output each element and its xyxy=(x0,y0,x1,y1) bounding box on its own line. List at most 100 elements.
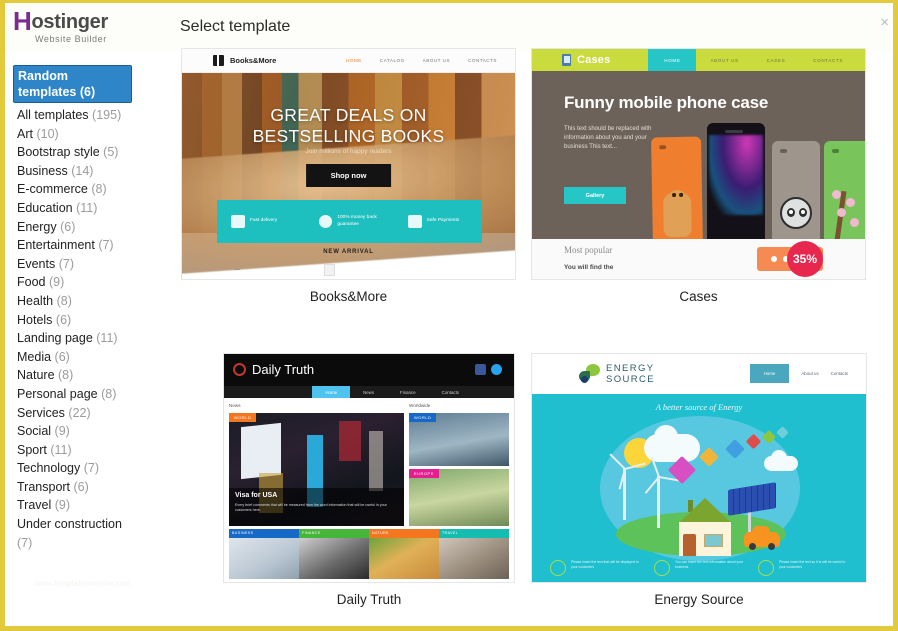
feature-text: Please insert the text that will be disp… xyxy=(571,560,639,569)
sidebar-item-health[interactable]: Health (8) xyxy=(13,292,170,311)
preview-navbar: Cases HOME ABOUT US CASES CONTACTS xyxy=(532,49,865,71)
template-preview-daily-truth[interactable]: Daily Truth Home News Finance Contacts N… xyxy=(223,353,515,583)
preview-navbar: Home News Finance Contacts xyxy=(224,386,514,398)
sidebar-item-transport[interactable]: Transport (6) xyxy=(13,478,170,497)
article-category-badge: WORLD xyxy=(229,413,257,422)
preview-brand: Books&More xyxy=(230,56,277,65)
sidebar-item-education[interactable]: Education (11) xyxy=(13,199,170,218)
sidebar-item-social[interactable]: Social (9) xyxy=(13,422,170,441)
turbine-pole xyxy=(657,476,660,528)
sidebar-item-hotels[interactable]: Hotels (6) xyxy=(13,311,170,330)
sidebar-item-landing-page[interactable]: Landing page (11) xyxy=(13,329,170,348)
sidebar-item-label: Hotels xyxy=(17,312,53,327)
sidebar-item-media[interactable]: Media (6) xyxy=(13,348,170,367)
sakura-illustration xyxy=(828,171,865,239)
nav-item-cases: CASES xyxy=(766,57,786,63)
wheel xyxy=(768,543,775,550)
sidebar-item-label: Entertainment xyxy=(17,238,95,253)
template-card-daily-truth[interactable]: Daily Truth Home News Finance Contacts N… xyxy=(223,353,515,607)
template-caption: Energy Source xyxy=(654,592,744,607)
template-preview-cases[interactable]: Cases HOME ABOUT US CASES CONTACTS Funny… xyxy=(531,48,866,280)
nav-item-contacts: Contacts xyxy=(830,371,848,376)
sidebar-item-count: (6) xyxy=(60,219,76,234)
eye-shine xyxy=(789,210,793,214)
sidebar-item-all-templates[interactable]: All templates (195) xyxy=(13,106,170,125)
template-preview-energy-source[interactable]: ENERGY SOURCE Home About us Contacts A b… xyxy=(531,353,867,583)
sidebar-item-count: (11) xyxy=(50,442,72,457)
template-card-cases[interactable]: Cases HOME ABOUT US CASES CONTACTS Funny… xyxy=(531,48,866,304)
preview-navbar: ENERGY SOURCE Home About us Contacts xyxy=(532,354,866,394)
category-tiles: BUSINESS FINANCE NATURE TRAVEL xyxy=(229,529,509,579)
sidebar-item-technology[interactable]: Technology (7) xyxy=(13,459,170,478)
sidebar-item-energy[interactable]: Energy (6) xyxy=(13,218,170,237)
close-icon[interactable]: × xyxy=(880,15,889,30)
sidebar-item-entertainment[interactable]: Entertainment (7) xyxy=(13,236,170,255)
brand-line1: ENERGY xyxy=(606,363,655,374)
sidebar-item-count: (22) xyxy=(68,405,91,420)
preview-body: News Worldwide WORLD Visa for USA Every … xyxy=(224,398,514,582)
nav-item-about-us: ABOUT US xyxy=(422,58,451,63)
template-caption: Daily Truth xyxy=(336,592,402,607)
preview-feature-bar: Fast delivery 100% money back guarantee … xyxy=(217,200,482,243)
template-card-books-and-more[interactable]: Books&More HOME CATALOG ABOUT US CONTACT… xyxy=(181,48,516,304)
billboard xyxy=(339,421,361,461)
sidebar-item-label: Social xyxy=(17,424,52,439)
template-grid: Books&More HOME CATALOG ABOUT US CONTACT… xyxy=(170,43,893,626)
nav-item-contacts: Contacts xyxy=(441,389,459,395)
page-title: Select template xyxy=(180,18,291,35)
feature-icon xyxy=(758,560,774,576)
sidebar-item-food[interactable]: Food (9) xyxy=(13,273,170,292)
sidebar-item-travel[interactable]: Travel (9) xyxy=(13,496,170,515)
hostinger-logo: Hostinger Website Builder xyxy=(5,8,170,44)
eye-left xyxy=(787,208,795,217)
sidebar-item-art[interactable]: Art (10) xyxy=(13,125,170,144)
nav-item-home: HOME xyxy=(346,58,362,63)
sidebar-item-count: (6) xyxy=(55,312,72,327)
billboard xyxy=(369,431,383,491)
template-preview-books-and-more[interactable]: Books&More HOME CATALOG ABOUT US CONTACT… xyxy=(181,48,516,280)
tile-nature: NATURE xyxy=(369,529,439,579)
nav-item-contacts: CONTACTS xyxy=(813,57,843,63)
kite-icon xyxy=(776,426,789,439)
sidebar-item-under-construction[interactable]: Under construction (7) xyxy=(13,515,170,552)
gingerbread-head xyxy=(667,189,687,208)
preview-hero: A better source of Energy Please insert … xyxy=(532,394,866,582)
nav-item-news: News xyxy=(363,389,375,395)
sidebar-item-services[interactable]: Services (22) xyxy=(13,404,170,423)
preview-product-row xyxy=(230,264,340,276)
template-caption: Books&More xyxy=(309,289,388,304)
leaf-logo-icon xyxy=(579,364,601,384)
column-heading-worldwide: Worldwide xyxy=(409,403,431,408)
side-article-1: WORLD xyxy=(409,413,509,466)
sidebar-item-bootstrap-style[interactable]: Bootstrap style (5) xyxy=(13,143,170,162)
sidebar-item-count: (6) xyxy=(54,349,70,364)
sidebar-item-business[interactable]: Business (14) xyxy=(13,162,170,181)
roof xyxy=(677,498,733,524)
sidebar-item-label: Health xyxy=(17,293,54,308)
sidebar-item-personal-page[interactable]: Personal page (8) xyxy=(13,385,170,404)
facebook-icon xyxy=(475,364,486,375)
sidebar-item-random-templates[interactable]: Random templates (6) xyxy=(13,65,132,103)
logo-main-text: ostinger xyxy=(31,10,108,33)
sidebar-item-count: (7) xyxy=(58,256,74,271)
plug-dot xyxy=(581,376,588,383)
hero-heading-line2: BESTSELLING BOOKS xyxy=(252,126,445,146)
camera-icon xyxy=(659,145,667,150)
tile-label: FINANCE xyxy=(299,529,369,538)
logo-text: Hostinger xyxy=(13,8,170,34)
feature-icon xyxy=(550,560,566,576)
preview-brand: Cases xyxy=(577,54,611,66)
category-sidebar: Random templates (6) All templates (195)… xyxy=(5,51,170,626)
sidebar-item-events[interactable]: Events (7) xyxy=(13,255,170,274)
template-card-energy-source[interactable]: ENERGY SOURCE Home About us Contacts A b… xyxy=(531,353,867,607)
nav-item-home: HOME xyxy=(648,49,697,71)
feature-icon xyxy=(654,560,670,576)
sidebar-item-sport[interactable]: Sport (11) xyxy=(13,441,170,460)
sidebar-item-count: (8) xyxy=(58,368,74,383)
sidebar-item-label: Energy xyxy=(17,219,57,234)
sidebar-item-e-commerce[interactable]: E-commerce (8) xyxy=(13,180,170,199)
sidebar-item-label: Travel xyxy=(17,498,52,513)
sidebar-item-nature[interactable]: Nature (8) xyxy=(13,366,170,385)
eye-left xyxy=(672,193,676,197)
sidebar-item-count: (5) xyxy=(103,145,119,160)
